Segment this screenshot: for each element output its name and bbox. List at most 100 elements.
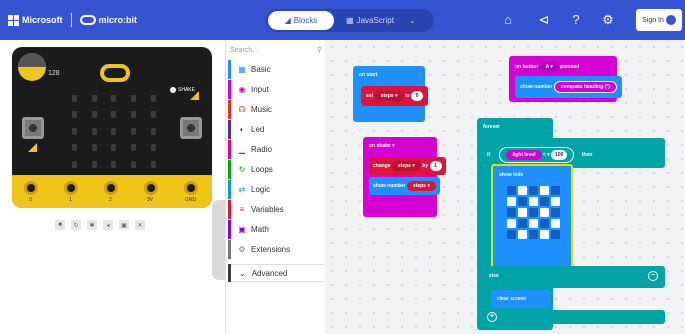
toolbox-category-led[interactable]: ◐ Led bbox=[228, 120, 324, 139]
led-off[interactable] bbox=[518, 219, 527, 228]
search-input[interactable]: Search... ⚲ bbox=[230, 43, 322, 57]
home-icon[interactable]: ⌂ bbox=[500, 12, 516, 28]
led-off[interactable] bbox=[529, 230, 538, 239]
led[interactable] bbox=[72, 95, 78, 102]
show-number-block[interactable]: show number steps ▾ bbox=[369, 177, 440, 195]
pin-3v[interactable] bbox=[144, 181, 158, 195]
toolbox-category-radio[interactable]: ▁ Radio bbox=[228, 140, 324, 159]
tab-blocks[interactable]: ◢ Blocks bbox=[268, 11, 334, 30]
led-on[interactable] bbox=[518, 186, 527, 195]
led[interactable] bbox=[91, 127, 97, 135]
led-off[interactable] bbox=[529, 208, 538, 217]
toolbox-category-variables[interactable]: ≡ Variables bbox=[228, 200, 324, 219]
led-off[interactable] bbox=[507, 186, 516, 195]
variable-dropdown[interactable]: steps ▾ bbox=[391, 161, 421, 171]
led-off[interactable] bbox=[529, 186, 538, 195]
advanced-category[interactable]: ⌄ Advanced bbox=[228, 264, 324, 282]
led[interactable] bbox=[72, 111, 78, 119]
led[interactable] bbox=[91, 111, 97, 119]
led-on[interactable] bbox=[529, 197, 538, 206]
slowmo-icon[interactable]: ✱ bbox=[87, 220, 97, 230]
simulator-collapse-handle[interactable] bbox=[212, 200, 225, 280]
compass-heading-block[interactable]: compass heading (°) bbox=[553, 81, 617, 93]
light-level-block[interactable]: light level bbox=[506, 150, 542, 160]
chevron-down-icon[interactable]: ⌄ bbox=[409, 16, 416, 25]
microbit-face-logo[interactable] bbox=[100, 64, 130, 82]
toolbox-category-input[interactable]: ◉ Input bbox=[228, 80, 324, 99]
screenshot-icon[interactable]: ▣ bbox=[119, 220, 129, 230]
button-b[interactable] bbox=[180, 117, 202, 139]
toolbox-category-math[interactable]: ▣ Math bbox=[228, 220, 324, 239]
led-off[interactable] bbox=[507, 208, 516, 217]
led[interactable] bbox=[72, 127, 78, 135]
led-on[interactable] bbox=[540, 186, 549, 195]
else-block[interactable]: else − bbox=[481, 266, 665, 288]
led[interactable] bbox=[131, 160, 137, 168]
show-number-block[interactable]: show number compass heading (°) bbox=[515, 76, 622, 98]
add-else-if-icon[interactable]: + bbox=[487, 312, 497, 322]
led[interactable] bbox=[111, 160, 117, 168]
remove-else-icon[interactable]: − bbox=[648, 271, 658, 281]
toolbox-category-loops[interactable]: ↻ Loops bbox=[228, 160, 324, 179]
light-sensor-icon[interactable] bbox=[18, 53, 46, 81]
toolbox-category-extensions[interactable]: ⚙ Extensions bbox=[228, 240, 324, 259]
on-start-block[interactable]: on start set steps ▾ to 0 bbox=[353, 66, 429, 122]
led[interactable] bbox=[91, 144, 97, 152]
button-a[interactable] bbox=[22, 117, 44, 139]
gear-icon[interactable]: ⚙ bbox=[600, 12, 616, 28]
led-on[interactable] bbox=[518, 230, 527, 239]
led[interactable] bbox=[150, 144, 156, 152]
led[interactable] bbox=[150, 111, 156, 119]
led[interactable] bbox=[131, 144, 137, 152]
led-off[interactable] bbox=[551, 186, 560, 195]
value-input[interactable]: 1 bbox=[429, 161, 442, 171]
led[interactable] bbox=[91, 160, 97, 168]
help-icon[interactable]: ? bbox=[568, 12, 584, 28]
value-input[interactable]: 0 bbox=[411, 91, 424, 101]
led[interactable] bbox=[72, 144, 78, 152]
comparison-block[interactable]: light level < ▾ 100 bbox=[499, 147, 575, 163]
variable-reporter[interactable]: steps ▾ bbox=[406, 181, 436, 191]
led-on[interactable] bbox=[551, 219, 560, 228]
led-on[interactable] bbox=[507, 197, 516, 206]
led[interactable] bbox=[111, 127, 117, 135]
show-leds-block[interactable]: show leds bbox=[491, 164, 573, 268]
led-off[interactable] bbox=[540, 219, 549, 228]
tab-javascript[interactable]: ▦ JavaScript ⌄ bbox=[346, 11, 416, 30]
set-variable-block[interactable]: set steps ▾ to 0 bbox=[361, 86, 429, 106]
led-on[interactable] bbox=[540, 208, 549, 217]
pin-gnd[interactable] bbox=[184, 181, 198, 195]
led[interactable] bbox=[131, 127, 137, 135]
led-on[interactable] bbox=[529, 219, 538, 228]
led-off[interactable] bbox=[540, 197, 549, 206]
led[interactable] bbox=[131, 111, 137, 119]
mute-icon[interactable]: ◂ bbox=[103, 220, 113, 230]
led-off[interactable] bbox=[507, 230, 516, 239]
pin-0[interactable] bbox=[24, 181, 38, 195]
chevron-down-icon[interactable]: ▾ bbox=[392, 143, 395, 149]
led[interactable] bbox=[111, 144, 117, 152]
led-off[interactable] bbox=[551, 230, 560, 239]
led[interactable] bbox=[150, 127, 156, 135]
led-on[interactable] bbox=[551, 197, 560, 206]
led-on[interactable] bbox=[518, 208, 527, 217]
led[interactable] bbox=[72, 160, 78, 168]
led-editor[interactable] bbox=[507, 186, 565, 239]
stop-icon[interactable]: ■ bbox=[55, 220, 65, 230]
toolbox-category-basic[interactable]: ▦ Basic bbox=[228, 60, 324, 79]
toolbox-category-music[interactable]: ☊ Music bbox=[228, 100, 324, 119]
led[interactable] bbox=[111, 95, 117, 102]
led[interactable] bbox=[111, 111, 117, 119]
toolbox-category-logic[interactable]: ⇄ Logic bbox=[228, 180, 324, 199]
threshold-input[interactable]: 100 bbox=[551, 150, 568, 160]
led-off[interactable] bbox=[551, 208, 560, 217]
led-on[interactable] bbox=[540, 230, 549, 239]
variable-dropdown[interactable]: steps ▾ bbox=[374, 91, 404, 101]
brand[interactable]: Microsoft micro:bit bbox=[8, 13, 137, 27]
led[interactable] bbox=[91, 95, 97, 102]
clear-screen-block[interactable]: clear screen bbox=[491, 290, 551, 308]
led[interactable] bbox=[131, 95, 137, 102]
sign-in-button[interactable]: Sign In bbox=[636, 9, 682, 31]
change-variable-block[interactable]: change steps ▾ by 1 bbox=[369, 157, 446, 175]
blocks-workspace[interactable]: on start set steps ▾ to 0 on button A ▾ … bbox=[325, 40, 685, 334]
